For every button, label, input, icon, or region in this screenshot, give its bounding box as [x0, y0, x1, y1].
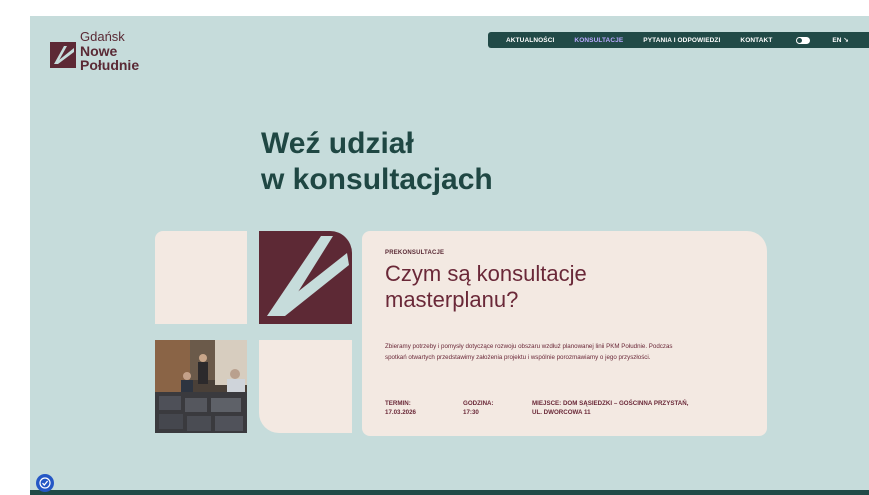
meta-godzina: GODZINA: 17:30: [463, 399, 494, 417]
consultation-card: PREKONSULTACJE Czym są konsultacje maste…: [362, 231, 767, 436]
meta-miejsce-label: MIEJSCE: DOM SĄSIEDZKI – GOŚCINNA PRZYST…: [532, 400, 689, 407]
nav-item-kontakt[interactable]: KONTAKT: [740, 37, 772, 44]
meeting-photo: [155, 340, 247, 433]
footer-bar: [30, 490, 869, 495]
nav-item-pytania[interactable]: PYTANIA I ODPOWIEDZI: [643, 37, 720, 44]
logo-line-gdansk: Gdańsk: [80, 29, 125, 44]
meta-termin: TERMIN: 17.03.2026: [385, 399, 416, 417]
page-title: Weź udział w konsultacjach: [261, 126, 493, 198]
decor-tile: [259, 340, 352, 433]
main-nav: AKTUALNOŚCI KONSULTACJE PYTANIA I ODPOWI…: [488, 32, 869, 48]
card-description: Zbieramy potrzeby i pomysły dotyczące ro…: [385, 343, 673, 361]
nav-item-aktualnosci[interactable]: AKTUALNOŚCI: [506, 37, 554, 44]
page: Gdańsk Nowe Południe AKTUALNOŚCI KONSULT…: [30, 16, 869, 495]
decor-logo-tile: [259, 231, 352, 324]
accessibility-glyph-icon: [39, 477, 51, 489]
meta-miejsce: MIEJSCE: DOM SĄSIEDZKI – GOŚCINNA PRZYST…: [532, 399, 688, 417]
meta-termin-label: TERMIN:: [385, 400, 411, 407]
meeting-photo-image: [155, 340, 247, 433]
card-title-line2: masterplanu?: [385, 287, 519, 312]
meta-godzina-label: GODZINA:: [463, 400, 494, 407]
logo-line-nowe: Nowe: [80, 43, 118, 59]
nav-item-konsultacje[interactable]: KONSULTACJE: [574, 37, 623, 44]
card-title-line1: Czym są konsultacje: [385, 261, 587, 286]
card-eyebrow: PREKONSULTACJE: [385, 250, 445, 256]
logo-line-poludnie: Południe: [80, 57, 140, 73]
meta-miejsce-value: UL. DWORCOWA 11: [532, 409, 591, 416]
logo-text: Gdańsk Nowe Południe: [80, 29, 140, 73]
decor-tile: [155, 231, 247, 324]
meta-godzina-value: 17:30: [463, 409, 479, 416]
theme-toggle-icon[interactable]: [796, 36, 811, 44]
page-title-line2: w konsultacjach: [261, 163, 493, 196]
site-logo[interactable]: Gdańsk Nowe Południe: [50, 30, 139, 72]
logo-mark-icon: [50, 42, 76, 68]
accessibility-icon[interactable]: [36, 474, 54, 492]
page-title-line1: Weź udział: [261, 127, 414, 160]
card-title: Czym są konsultacje masterplanu?: [385, 261, 715, 313]
logo-mark-icon: [267, 236, 349, 316]
meta-termin-value: 17.03.2026: [385, 409, 416, 416]
language-switch[interactable]: EN ↘: [832, 36, 848, 44]
